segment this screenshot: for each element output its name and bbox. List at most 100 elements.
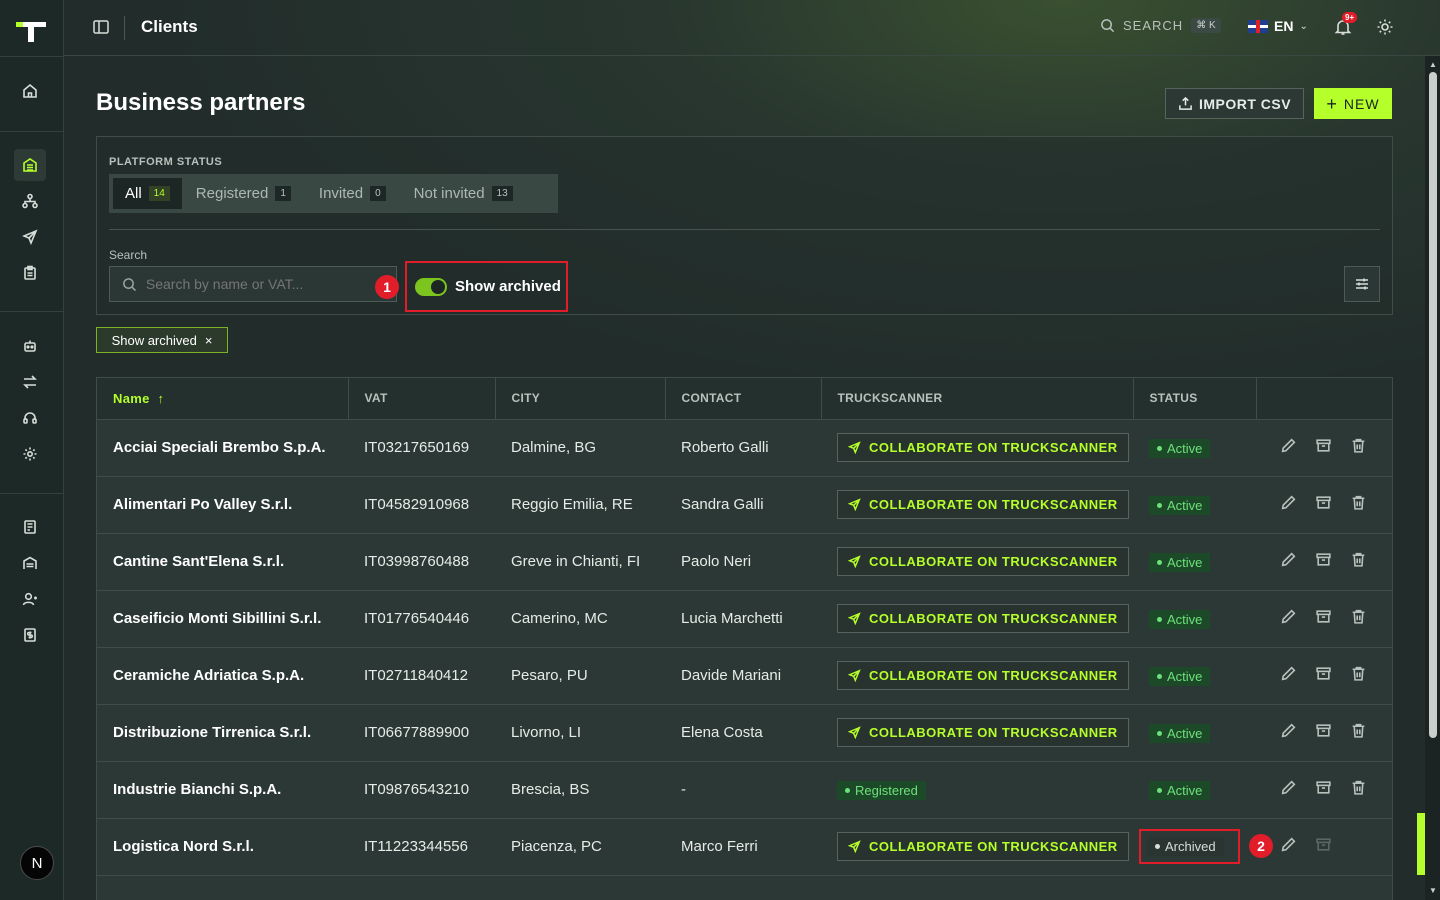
collaborate-truckscanner-button[interactable]: COLLABORATE ON TRUCKSCANNER [837, 433, 1129, 462]
user-icon [22, 592, 37, 606]
archive-button[interactable] [1315, 608, 1332, 629]
sidebar-item-invoices[interactable] [14, 511, 46, 543]
sidebar-item-send[interactable] [14, 221, 46, 253]
sidebar-item-users[interactable] [14, 583, 46, 615]
status-tab-count: 0 [370, 186, 386, 201]
collaborate-truckscanner-button[interactable]: COLLABORATE ON TRUCKSCANNER [837, 832, 1129, 861]
collaborate-truckscanner-button[interactable]: COLLABORATE ON TRUCKSCANNER [837, 604, 1129, 633]
column-header-name[interactable]: Name ↑ [97, 378, 349, 420]
table-row[interactable]: Cantine Sant'Elena S.r.l. IT03998760488 Gr… [97, 533, 1392, 591]
app-logo[interactable] [16, 18, 48, 44]
sidebar-item-transfers[interactable] [14, 366, 46, 398]
archive-button[interactable] [1315, 836, 1332, 857]
edit-button[interactable] [1280, 551, 1297, 572]
edit-button[interactable] [1280, 665, 1297, 686]
import-csv-button[interactable]: IMPORT CSV [1165, 88, 1304, 119]
sidebar-item-billing[interactable] [14, 619, 46, 651]
collaborate-truckscanner-button[interactable]: COLLABORATE ON TRUCKSCANNER [837, 718, 1129, 747]
table-row[interactable]: Alimentari Po Valley S.r.l. IT04582910968… [97, 476, 1392, 534]
language-selector[interactable]: EN ⌄ [1248, 18, 1308, 34]
edit-button[interactable] [1280, 779, 1297, 800]
column-header-contact[interactable]: CONTACT [665, 378, 822, 420]
pencil-icon [1281, 666, 1296, 681]
column-header-city[interactable]: CITY [495, 378, 666, 420]
advanced-filters-button[interactable] [1344, 266, 1380, 302]
archive-button[interactable] [1315, 722, 1332, 743]
cell-name[interactable]: Logistica Nord S.r.l. [97, 818, 348, 876]
new-partner-button[interactable]: + NEW [1314, 88, 1392, 119]
delete-button[interactable] [1350, 608, 1367, 629]
edit-button[interactable] [1280, 494, 1297, 515]
table-row[interactable] [97, 875, 1392, 900]
archive-button[interactable] [1315, 494, 1332, 515]
sidebar-item-clients[interactable] [14, 149, 46, 181]
archive-button[interactable] [1315, 665, 1332, 686]
sidebar-item-warehouse[interactable] [14, 547, 46, 579]
sidebar-item-settings[interactable] [14, 438, 46, 470]
sidebar-toggle-button[interactable] [92, 18, 112, 38]
table-row[interactable]: Industrie Bianchi S.p.A. IT09876543210 Bre… [97, 761, 1392, 819]
collaborate-truckscanner-button[interactable]: COLLABORATE ON TRUCKSCANNER [837, 661, 1129, 690]
scrollbar-thumb[interactable] [1429, 72, 1437, 738]
table-row[interactable]: Ceramiche Adriatica S.p.A. IT02711840412 P… [97, 647, 1392, 705]
show-archived-toggle[interactable] [415, 277, 447, 296]
archive-button[interactable] [1315, 779, 1332, 800]
trash-icon [1352, 438, 1365, 453]
cell-name[interactable]: Ceramiche Adriatica S.p.A. [97, 647, 348, 705]
collaborate-label: COLLABORATE ON TRUCKSCANNER [869, 497, 1118, 512]
cell-name[interactable]: Distribuzione Tirrenica S.r.l. [97, 704, 348, 762]
network-icon [22, 193, 38, 209]
send-icon [848, 498, 861, 511]
sidebar-item-clipboard[interactable] [14, 257, 46, 289]
delete-button[interactable] [1350, 779, 1367, 800]
delete-button[interactable] [1350, 437, 1367, 458]
status-tab-count: 14 [148, 186, 170, 201]
status-tab-registered[interactable]: Registered 1 [182, 178, 305, 209]
search-input[interactable] [145, 276, 384, 292]
chip-close-icon[interactable]: × [205, 333, 213, 348]
table-row[interactable]: Acciai Speciali Brembo S.p.A. IT032176501… [97, 419, 1392, 477]
edit-button[interactable] [1280, 722, 1297, 743]
table-row[interactable]: Logistica Nord S.r.l. IT11223344556 Piacen… [97, 818, 1392, 876]
edit-button[interactable] [1280, 437, 1297, 458]
cell-name[interactable]: Caseificio Monti Sibillini S.r.l. [97, 590, 348, 648]
global-search-button[interactable]: SEARCH ⌘ K [1100, 18, 1221, 33]
column-header-vat[interactable]: VAT [348, 378, 496, 420]
collaborate-truckscanner-button[interactable]: COLLABORATE ON TRUCKSCANNER [837, 547, 1129, 576]
sidebar-item-support[interactable] [14, 402, 46, 434]
table-row[interactable]: Distribuzione Tirrenica S.r.l. IT06677889… [97, 704, 1392, 762]
table-row[interactable]: Caseificio Monti Sibillini S.r.l. IT01776… [97, 590, 1392, 648]
sidebar-item-bot[interactable] [14, 330, 46, 362]
status-tab-all[interactable]: All 14 [113, 178, 182, 209]
topbar: Clients SEARCH ⌘ K EN ⌄ 9+ [64, 0, 1440, 56]
edit-button[interactable] [1280, 608, 1297, 629]
cell-name[interactable]: Alimentari Po Valley S.r.l. [97, 476, 348, 534]
show-archived-label[interactable]: Show archived [455, 278, 561, 295]
status-badge: Active [1149, 609, 1211, 629]
collaborate-truckscanner-button[interactable]: COLLABORATE ON TRUCKSCANNER [837, 490, 1129, 519]
delete-button[interactable] [1350, 551, 1367, 572]
active-filter-chip[interactable]: Show archived × [96, 327, 228, 353]
scroll-down-arrow[interactable]: ▼ [1428, 886, 1438, 896]
archive-button[interactable] [1315, 551, 1332, 572]
delete-button[interactable] [1350, 722, 1367, 743]
status-badge: Active [1149, 438, 1211, 458]
sidebar-item-network[interactable] [14, 185, 46, 217]
scroll-up-arrow[interactable]: ▲ [1428, 60, 1438, 70]
column-header-truckscanner[interactable]: TRUCKSCANNER [821, 378, 1134, 420]
search-field[interactable] [109, 266, 397, 302]
delete-button[interactable] [1350, 494, 1367, 515]
cell-name[interactable]: Acciai Speciali Brembo S.p.A. [97, 419, 348, 477]
user-avatar[interactable]: N [20, 846, 54, 880]
status-tab-not-invited[interactable]: Not invited 13 [400, 178, 527, 209]
uk-flag-icon [1248, 19, 1268, 33]
delete-button[interactable] [1350, 665, 1367, 686]
column-header-status[interactable]: STATUS [1133, 378, 1257, 420]
status-tab-invited[interactable]: Invited 0 [305, 178, 400, 209]
archive-button[interactable] [1315, 437, 1332, 458]
theme-toggle-button[interactable] [1376, 18, 1396, 38]
sidebar-item-home[interactable] [14, 75, 46, 107]
cell-name[interactable]: Cantine Sant'Elena S.r.l. [97, 533, 348, 591]
edit-button[interactable] [1280, 836, 1297, 857]
cell-name[interactable]: Industrie Bianchi S.p.A. [97, 761, 348, 819]
